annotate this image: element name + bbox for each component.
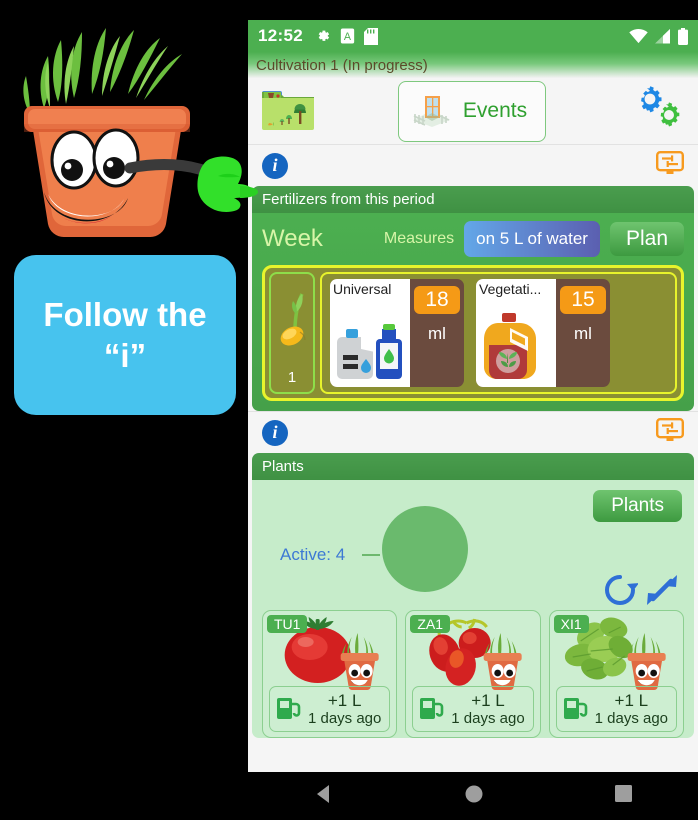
plant-water-amount: +1 L	[327, 690, 362, 710]
wifi-icon	[629, 28, 648, 43]
flower-pot-mascot-icon	[2, 28, 262, 258]
events-button[interactable]: Events	[397, 80, 547, 142]
bubble-line-2: “i”	[103, 337, 147, 374]
gear-icon	[318, 30, 330, 41]
plants-card-body: Plants Active: 4 TU1 +1 L 1 days ago ZA1…	[252, 480, 694, 738]
display-settings-icon[interactable]	[656, 151, 685, 180]
fertilizer-item-right: 18 ml	[410, 279, 464, 387]
plant-water-box: +1 L 1 days ago	[412, 686, 534, 732]
display-settings-icon[interactable]	[656, 418, 685, 447]
plants-card-header: Plants	[252, 453, 694, 480]
growth-stage-number: 1	[287, 369, 297, 386]
plant-tag: ZA1	[410, 615, 451, 633]
plant-water-ago: 1 days ago	[594, 710, 669, 728]
refresh-icon[interactable]	[602, 572, 639, 613]
android-nav-bar	[248, 772, 698, 820]
fertilizer-strip: 1 Universal 18 ml Vegetati... 15 ml	[262, 265, 684, 401]
fertilizer-bottles-icon	[330, 313, 410, 383]
status-left-icons: A	[314, 27, 378, 45]
sprouting-seed-icon	[280, 293, 306, 346]
active-count-label: Active: 4	[280, 545, 346, 564]
plant-water-text: +1 L 1 days ago	[447, 691, 528, 728]
fertilizer-item-left: Universal	[330, 279, 410, 387]
plan-button[interactable]: Plan	[609, 222, 684, 256]
cultivation-folder-icon[interactable]	[260, 87, 316, 136]
status-right-icons	[629, 27, 688, 45]
watering-icon	[274, 692, 304, 727]
events-label: Events	[462, 99, 528, 122]
plant-card[interactable]: TU1 +1 L 1 days ago	[262, 610, 398, 738]
fertilizer-name: Universal	[333, 281, 392, 297]
plant-tag: TU1	[267, 615, 308, 633]
active-leader-line	[362, 554, 380, 556]
cultivation-title-bar: Cultivation 1 (In progress)	[248, 52, 698, 78]
fertilizer-item-left: Vegetati...	[476, 279, 556, 387]
fertilizers-card-body: Week Measures on 5 L of water Plan 1 Uni…	[252, 213, 694, 411]
info-icon[interactable]: i	[262, 152, 288, 179]
plant-water-amount: +1 L	[471, 690, 505, 710]
fertilizers-card: Fertilizers from this period Week Measur…	[252, 186, 694, 411]
a-badge-icon: A	[340, 28, 355, 44]
greenhouse-icon	[411, 90, 453, 133]
fertilizers-controls: Week Measures on 5 L of water Plan	[262, 221, 684, 257]
water-amount-button[interactable]: on 5 L of water	[464, 221, 600, 257]
fertilizer-unit: ml	[574, 324, 592, 343]
week-label[interactable]: Week	[262, 225, 323, 253]
gears-icon[interactable]	[628, 84, 686, 139]
plant-water-box: +1 L 1 days ago	[555, 686, 677, 732]
pointing-hand-icon	[197, 156, 258, 212]
fertilizer-name: Vegetati...	[479, 281, 542, 297]
plant-card[interactable]: XI1 +1 L 1 days ago	[548, 610, 684, 738]
plants-icon-row	[602, 572, 680, 613]
cultivation-title: Cultivation 1 (In progress)	[256, 56, 428, 74]
screen-root: 12:52 A Cultivation 1 (In progress) Even…	[0, 0, 698, 820]
cell-signal-icon	[655, 28, 670, 43]
speech-bubble: Follow the “i”	[14, 255, 236, 415]
watering-icon	[417, 692, 447, 727]
recents-square-icon[interactable]	[614, 784, 633, 808]
back-triangle-icon[interactable]	[313, 783, 335, 810]
plant-water-box: +1 L 1 days ago	[269, 686, 391, 732]
fertilizer-unit: ml	[428, 324, 446, 343]
sd-card-icon	[363, 27, 378, 45]
fertilizer-qty: 18	[414, 286, 460, 314]
status-clock: 12:52	[258, 26, 303, 45]
status-bar: 12:52 A	[248, 20, 698, 52]
svg-text:A: A	[344, 31, 352, 43]
plant-water-ago: 1 days ago	[451, 710, 525, 728]
plants-card: Plants Plants Active: 4 TU1 +1 L 1 days …	[252, 453, 694, 738]
plant-water-text: +1 L 1 days ago	[304, 691, 385, 728]
expand-icon[interactable]	[644, 572, 680, 613]
battery-icon	[678, 27, 688, 45]
fertilizers-card-header: Fertilizers from this period	[252, 186, 694, 213]
fertilizer-item[interactable]: Universal 18 ml	[330, 279, 464, 387]
fertilizer-items: Universal 18 ml Vegetati... 15 ml	[320, 272, 677, 394]
fertilizer-jug-icon	[476, 313, 556, 383]
info-row-plants: i	[248, 411, 698, 453]
fertilizer-qty: 15	[560, 286, 606, 314]
measures-label: Measures	[383, 230, 455, 247]
growth-stage-cell[interactable]: 1	[269, 272, 315, 394]
plant-tag: XI1	[553, 615, 589, 633]
home-circle-icon[interactable]	[464, 784, 484, 809]
plants-chart-circle[interactable]	[382, 506, 468, 592]
plants-grid: TU1 +1 L 1 days ago ZA1 +1 L 1 days ago …	[262, 610, 684, 738]
info-icon[interactable]: i	[262, 419, 288, 446]
plant-card[interactable]: ZA1 +1 L 1 days ago	[405, 610, 541, 738]
bubble-line-1: Follow the	[43, 295, 207, 333]
fertilizer-item[interactable]: Vegetati... 15 ml	[476, 279, 610, 387]
plants-button[interactable]: Plants	[593, 490, 682, 522]
watering-icon	[561, 692, 591, 727]
plant-water-ago: 1 days ago	[307, 710, 382, 728]
phone-screen: 12:52 A Cultivation 1 (In progress) Even…	[248, 20, 698, 772]
plant-water-amount: +1 L	[614, 690, 649, 710]
info-row-fertilizer: i	[248, 144, 698, 186]
fertilizer-item-right: 15 ml	[556, 279, 610, 387]
plant-water-text: +1 L 1 days ago	[591, 691, 672, 728]
app-toolbar: Events	[248, 78, 698, 144]
